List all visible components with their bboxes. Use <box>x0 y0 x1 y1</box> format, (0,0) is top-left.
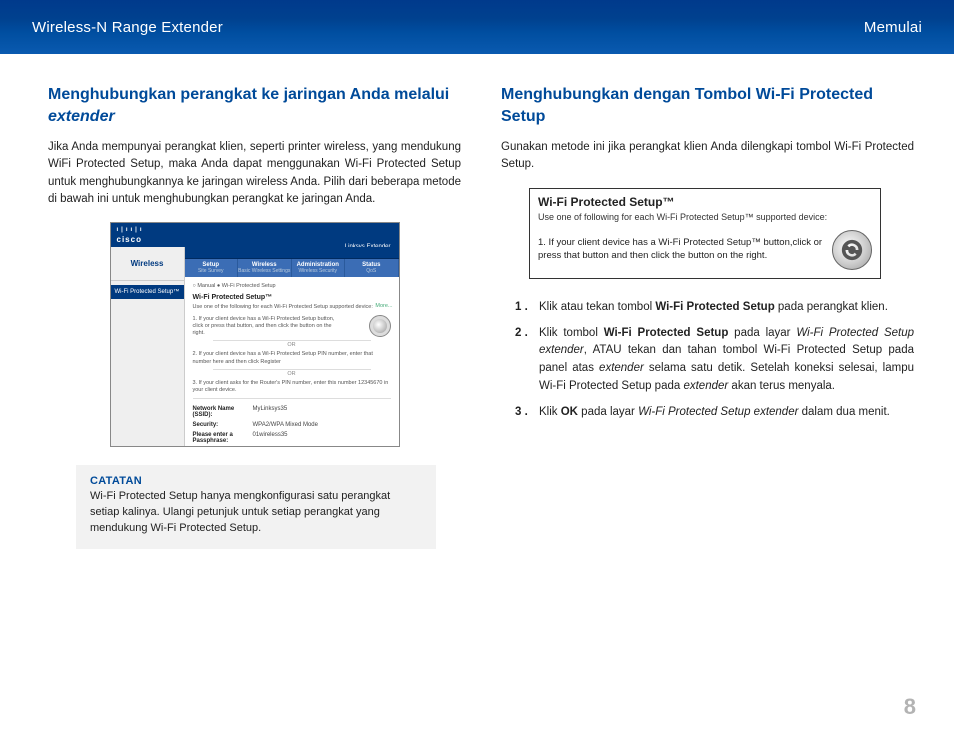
note-box: CATATAN Wi-Fi Protected Setup hanya meng… <box>76 465 436 549</box>
wps-box-text: 1. If your client device has a Wi-Fi Pro… <box>538 237 824 263</box>
step-item: Klik tombol Wi-Fi Protected Setup pada l… <box>515 325 914 396</box>
heading-em: extender <box>48 108 115 125</box>
right-column: Menghubungkan dengan Tombol Wi-Fi Protec… <box>501 84 914 549</box>
page-number: 8 <box>904 694 916 720</box>
more-link: More... <box>375 303 392 309</box>
wps-callout-box: Wi-Fi Protected Setup™ Use one of follow… <box>529 188 881 279</box>
router-panel: ○ Manual ● Wi-Fi Protected Setup Wi-Fi P… <box>185 277 399 447</box>
panel-step3: 3. If your client asks for the Router's … <box>193 380 391 394</box>
router-tab: StatusQoS <box>345 259 399 277</box>
right-heading: Menghubungkan dengan Tombol Wi-Fi Protec… <box>501 84 914 127</box>
panel-heading: Wi-Fi Protected Setup™ <box>193 294 391 301</box>
left-column: Menghubungkan perangkat ke jaringan Anda… <box>48 84 461 549</box>
panel-sub: Use one of the following for each Wi-Fi … <box>193 304 391 311</box>
router-tab: AdministrationWireless Security <box>292 259 346 277</box>
wps-icon <box>369 315 391 337</box>
header-left: Wireless-N Range Extender <box>32 19 223 36</box>
panel-step1: 1. If your client device has a Wi-Fi Pro… <box>193 316 339 337</box>
content: Menghubungkan perangkat ke jaringan Anda… <box>0 54 954 549</box>
sidebar-title: Wireless <box>111 247 184 281</box>
or-divider: OR <box>213 340 371 348</box>
left-paragraph: Jika Anda mempunyai perangkat klien, sep… <box>48 139 461 208</box>
right-paragraph: Gunakan metode ini jika perangkat klien … <box>501 139 914 174</box>
router-tab: WirelessBasic Wireless Settings <box>238 259 292 277</box>
router-main: SetupSite Survey WirelessBasic Wireless … <box>185 247 399 446</box>
info-row: Security:WPA2/WPA Mixed Mode <box>193 422 391 428</box>
wps-box-sub: Use one of following for each Wi-Fi Prot… <box>538 212 872 222</box>
header-right: Memulai <box>864 19 922 36</box>
steps-list: Klik atau tekan tombol Wi-Fi Protected S… <box>515 299 914 422</box>
router-tab: SetupSite Survey <box>185 259 239 277</box>
heading-text: Menghubungkan perangkat ke jaringan Anda… <box>48 86 449 103</box>
info-row: Network Name (SSID):MyLinksys35 <box>193 406 391 418</box>
wps-icon <box>832 230 872 270</box>
router-screenshot: ı|ıı|ı cisco Linksys Extender Wireless W… <box>110 222 400 447</box>
sidebar-tab: Wi-Fi Protected Setup™ <box>111 285 184 299</box>
info-row: Please enter a Passphrase:01wireless35 <box>193 432 391 444</box>
cisco-logo: cisco <box>117 235 142 244</box>
note-heading: CATATAN <box>90 475 422 487</box>
or-divider: OR <box>213 369 371 377</box>
router-sidebar: Wireless Wi-Fi Protected Setup™ <box>111 247 185 446</box>
note-body: Wi-Fi Protected Setup hanya mengkonfigur… <box>90 489 422 537</box>
router-tabs: SetupSite Survey WirelessBasic Wireless … <box>185 259 399 277</box>
step-item: Klik atau tekan tombol Wi-Fi Protected S… <box>515 299 914 317</box>
left-heading: Menghubungkan perangkat ke jaringan Anda… <box>48 84 461 127</box>
wps-box-title: Wi-Fi Protected Setup™ <box>538 195 872 209</box>
panel-step2: 2. If your client device has a Wi-Fi Pro… <box>193 351 391 365</box>
page: Wireless-N Range Extender Memulai Menghu… <box>0 0 954 738</box>
manual-radio: ○ Manual ● Wi-Fi Protected Setup <box>193 283 391 290</box>
step-item: Klik OK pada layar Wi-Fi Protected Setup… <box>515 404 914 422</box>
header-band: Wireless-N Range Extender Memulai <box>0 0 954 54</box>
